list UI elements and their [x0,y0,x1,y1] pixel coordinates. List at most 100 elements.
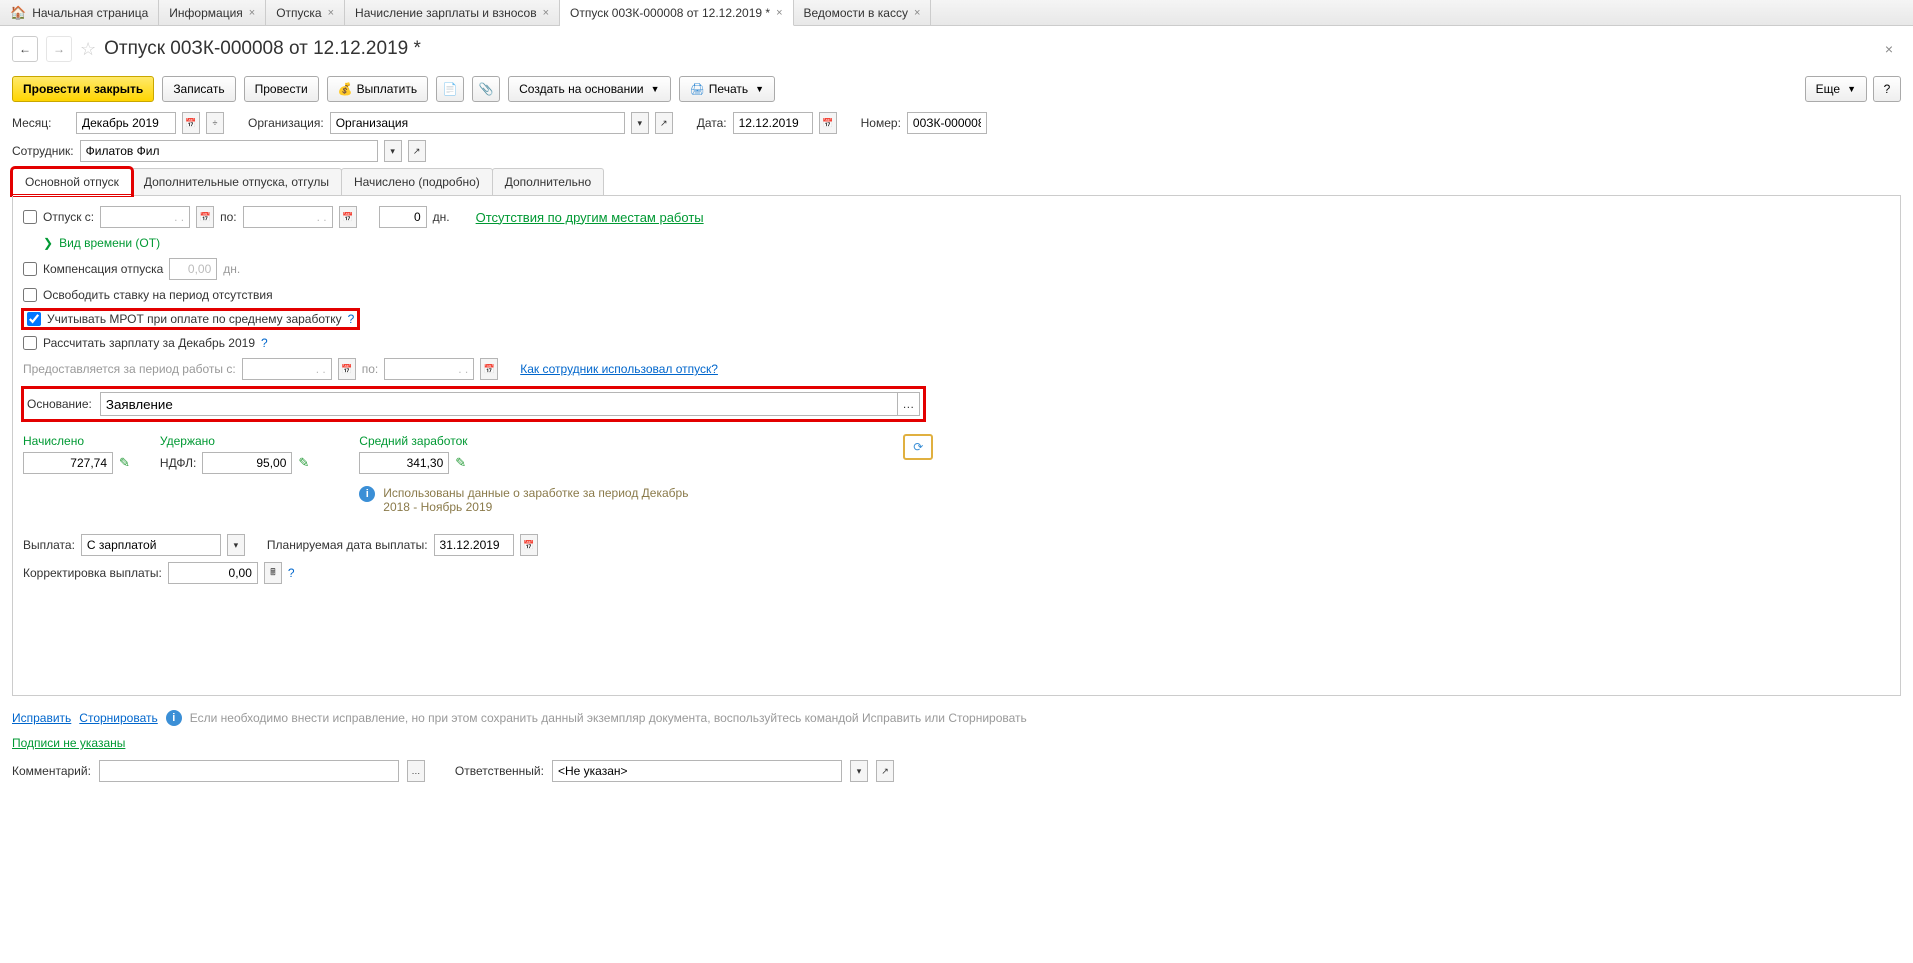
absence-link[interactable]: Отсутствия по другим местам работы [476,210,704,225]
print-button[interactable]: 🖨Печать▼ [679,76,775,102]
compensation-input[interactable] [169,258,217,280]
calendar-icon[interactable]: 📅 [480,358,498,380]
pencil-icon[interactable]: ✎ [455,455,466,471]
help-icon[interactable]: ? [261,336,268,350]
info-icon: i [166,710,182,726]
help-icon[interactable]: ? [348,312,355,326]
reverse-link[interactable]: Сторнировать [79,711,157,725]
compensation-checkbox[interactable] [23,262,37,276]
days-unit: дн. [433,210,450,224]
free-rate-checkbox[interactable] [23,288,37,302]
close-icon[interactable]: × [543,7,549,19]
period-to-input[interactable] [384,358,474,380]
calc-salary-checkbox[interactable] [23,336,37,350]
document-icon-button[interactable]: 📄 [436,76,464,102]
date-input[interactable] [733,112,813,134]
vacation-from-input[interactable] [100,206,190,228]
chevron-down-icon[interactable]: ▾ [631,112,649,134]
help-button[interactable]: ? [1873,76,1901,102]
pencil-icon[interactable]: ✎ [119,455,130,471]
document-icon: 📄 [443,82,458,96]
vacation-checkbox[interactable] [23,210,37,224]
planned-date-label: Планируемая дата выплаты: [267,538,428,552]
employee-input[interactable] [80,140,378,162]
subtab-calculated[interactable]: Начислено (подробно) [341,168,493,195]
attachment-button[interactable]: 📎 [472,76,500,102]
chevron-down-icon[interactable]: ▾ [384,140,402,162]
pencil-icon[interactable]: ✎ [298,455,309,471]
chevron-down-icon[interactable]: ▾ [850,760,868,782]
how-used-link[interactable]: Как сотрудник использовал отпуск? [520,362,718,376]
signatures-link[interactable]: Подписи не указаны [12,736,125,750]
calendar-icon[interactable]: 📅 [182,112,200,134]
info-icon: i [359,486,375,502]
mrot-checkbox[interactable] [27,312,41,326]
planned-date-input[interactable] [434,534,514,556]
tab-info[interactable]: Информация× [159,0,266,25]
calendar-icon[interactable]: 📅 [819,112,837,134]
basis-input[interactable] [101,393,897,415]
chevron-down-icon[interactable]: ▾ [227,534,245,556]
subtab-extra[interactable]: Дополнительно [492,168,604,195]
calendar-icon[interactable]: 📅 [520,534,538,556]
create-based-button[interactable]: Создать на основании▼ [508,76,670,102]
correction-label: Корректировка выплаты: [23,566,162,580]
fix-link[interactable]: Исправить [12,711,71,725]
ellipsis-icon[interactable]: … [407,760,425,782]
responsible-label: Ответственный: [455,764,544,778]
accrued-input[interactable] [23,452,113,474]
save-button[interactable]: Записать [162,76,235,102]
open-icon[interactable]: ↗ [876,760,894,782]
period-po-label: по: [362,362,379,376]
time-type-link[interactable]: Вид времени (ОТ) [59,236,160,250]
responsible-input[interactable] [552,760,842,782]
home-icon: 🏠 [10,5,26,21]
calendar-icon[interactable]: 📅 [339,206,357,228]
nav-back-button[interactable]: ← [12,36,38,62]
payment-input[interactable] [81,534,221,556]
favorite-icon[interactable]: ☆ [80,39,96,60]
tab-payroll[interactable]: Начисление зарплаты и взносов× [345,0,560,25]
ellipsis-icon[interactable]: … [897,393,919,415]
comment-input[interactable] [99,760,399,782]
calculator-icon[interactable]: 🖩 [264,562,282,584]
stepper-icon[interactable]: ÷ [206,112,224,134]
refresh-button[interactable]: ⟳ [903,434,933,460]
pay-button[interactable]: 💰Выплатить [327,76,428,102]
more-button[interactable]: Еще▼ [1805,76,1867,102]
post-and-close-button[interactable]: Провести и закрыть [12,76,154,102]
open-icon[interactable]: ↗ [655,112,673,134]
avg-input[interactable] [359,452,449,474]
tab-cash-statements[interactable]: Ведомости в кассу× [794,0,932,25]
days-input[interactable] [379,206,427,228]
ndfl-input[interactable] [202,452,292,474]
close-page-icon[interactable]: × [1885,41,1893,57]
month-input[interactable] [76,112,176,134]
nav-forward-button[interactable]: → [46,36,72,62]
comment-label: Комментарий: [12,764,91,778]
calendar-icon[interactable]: 📅 [338,358,356,380]
subtab-additional[interactable]: Дополнительные отпуска, отгулы [131,168,342,195]
subtab-main-vacation[interactable]: Основной отпуск [12,168,132,195]
tab-home[interactable]: 🏠Начальная страница [0,0,159,25]
correction-input[interactable] [168,562,258,584]
open-icon[interactable]: ↗ [408,140,426,162]
period-from-input[interactable] [242,358,332,380]
paperclip-icon: 📎 [479,82,494,96]
post-button[interactable]: Провести [244,76,319,102]
tab-current-vacation[interactable]: Отпуск 00ЗК-000008 от 12.12.2019 *× [560,0,793,26]
vacation-to-input[interactable] [243,206,333,228]
toolbar: Провести и закрыть Записать Провести 💰Вы… [0,72,1913,106]
chevron-down-icon: ▼ [755,84,764,94]
calendar-icon[interactable]: 📅 [196,206,214,228]
close-icon[interactable]: × [328,7,334,19]
close-icon[interactable]: × [914,7,920,19]
close-icon[interactable]: × [776,7,782,19]
po-label: по: [220,210,237,224]
org-input[interactable] [330,112,625,134]
close-icon[interactable]: × [249,7,255,19]
accrued-header: Начислено [23,434,130,448]
help-icon[interactable]: ? [288,566,295,580]
expand-icon[interactable]: ❯ [43,236,53,250]
tab-vacations[interactable]: Отпуска× [266,0,345,25]
